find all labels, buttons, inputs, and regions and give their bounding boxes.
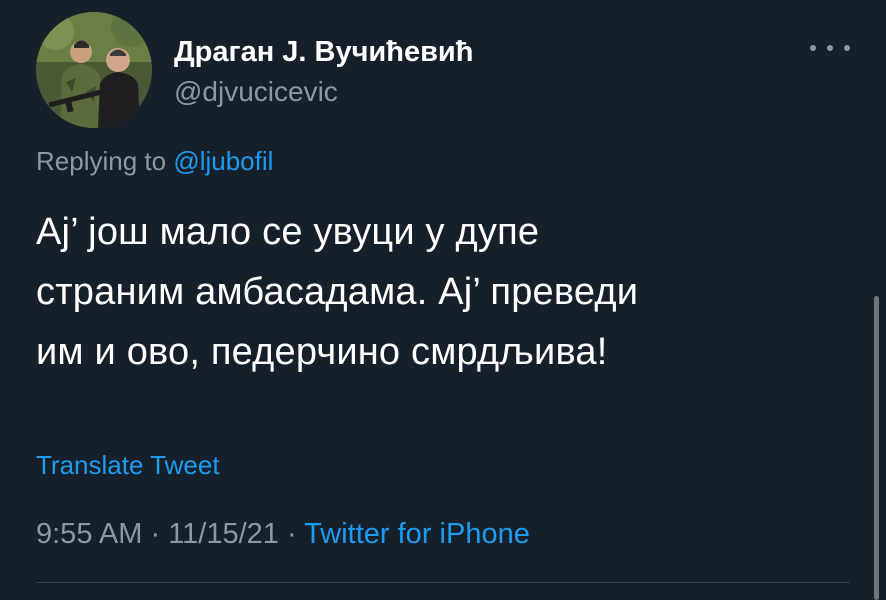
reply-mention-link[interactable]: @ljubofil (173, 146, 273, 176)
tweet-date[interactable]: 11/15/21 (168, 518, 279, 550)
tweet-line: страним амбасадама. Ај’ преведи (36, 271, 639, 313)
profile-photo-icon (36, 12, 152, 128)
more-dot (827, 45, 833, 51)
more-horizontal-icon[interactable] (810, 38, 850, 58)
tweet-line: Ај’ још мало се увуци у дупе (36, 211, 540, 253)
more-dot (844, 45, 850, 51)
tweet-time[interactable]: 9:55 AM (36, 518, 142, 550)
more-dot (810, 45, 816, 51)
meta-separator: · (142, 518, 169, 550)
author-handle[interactable]: @djvucicevic (174, 76, 338, 108)
scrollbar[interactable] (874, 296, 879, 600)
divider (36, 582, 850, 583)
author-display-name[interactable]: Драган Ј. Вучићевић (174, 36, 473, 69)
replying-to: Replying to @ljubofil (36, 146, 273, 177)
tweet-text: Ај’ још мало се увуци у дупе страним амб… (36, 202, 836, 382)
tweet-source-link[interactable]: Twitter for iPhone (304, 518, 530, 550)
translate-tweet-link[interactable]: Translate Tweet (36, 450, 220, 481)
replying-prefix: Replying to (36, 146, 174, 176)
avatar[interactable] (36, 12, 152, 128)
tweet-metadata: 9:55 AM · 11/15/21 · Twitter for iPhone (36, 518, 530, 551)
tweet-line: им и ово, педерчино смрдљива! (36, 331, 608, 373)
meta-separator: · (278, 518, 305, 550)
